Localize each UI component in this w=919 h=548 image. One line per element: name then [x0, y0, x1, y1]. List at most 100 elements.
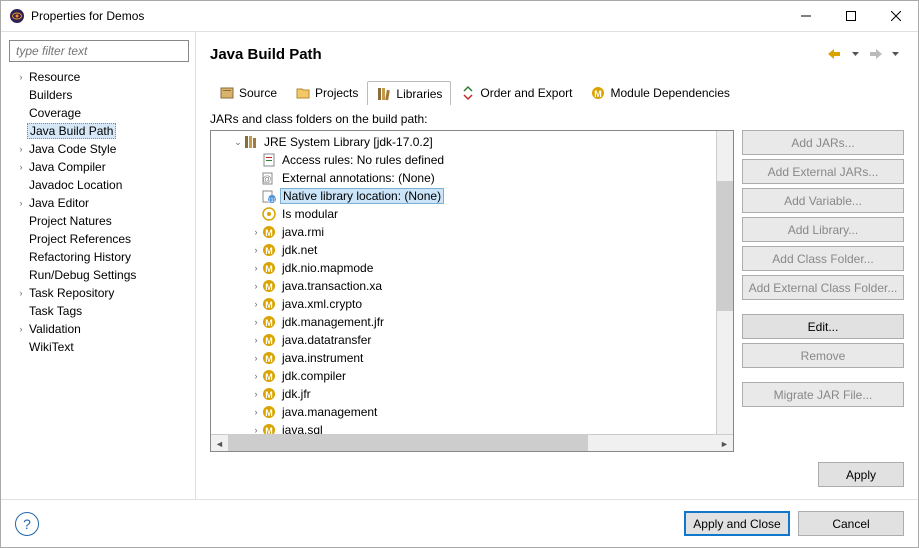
- filter-input[interactable]: [9, 40, 189, 62]
- forward-dropdown-icon[interactable]: [886, 45, 904, 63]
- close-button[interactable]: [873, 1, 918, 31]
- sidebar-item[interactable]: Project Natures: [7, 212, 191, 230]
- sidebar-item[interactable]: ›Resource: [7, 68, 191, 86]
- tab-projects[interactable]: Projects: [286, 80, 367, 104]
- help-icon[interactable]: ?: [15, 512, 39, 536]
- sidebar-item[interactable]: ›Java Compiler: [7, 158, 191, 176]
- chevron-right-icon[interactable]: ›: [247, 281, 261, 291]
- add-variable-button[interactable]: Add Variable...: [742, 188, 904, 213]
- sidebar-item-label: Resource: [27, 70, 82, 84]
- sidebar-item[interactable]: Task Tags: [7, 302, 191, 320]
- anno-icon: @: [261, 170, 277, 186]
- svg-text:M: M: [595, 89, 603, 99]
- tab-source[interactable]: Source: [210, 80, 286, 104]
- tree-row[interactable]: Is modular: [211, 205, 716, 223]
- tree-row[interactable]: ›Mjava.management: [211, 403, 716, 421]
- tree-row[interactable]: ›Mjava.datatransfer: [211, 331, 716, 349]
- minimize-button[interactable]: [783, 1, 828, 31]
- tree-row[interactable]: ›Mjava.instrument: [211, 349, 716, 367]
- chevron-right-icon[interactable]: ›: [247, 371, 261, 381]
- chevron-right-icon[interactable]: ›: [247, 335, 261, 345]
- remove-button[interactable]: Remove: [742, 343, 904, 368]
- sidebar-item-label: Coverage: [27, 106, 83, 120]
- chevron-right-icon[interactable]: ›: [247, 245, 261, 255]
- sidebar-item[interactable]: Coverage: [7, 104, 191, 122]
- sidebar-item-label: WikiText: [27, 340, 76, 354]
- tree-label: External annotations: (None): [280, 171, 437, 185]
- chevron-right-icon: ›: [15, 162, 27, 172]
- tab-module-dependencies[interactable]: MModule Dependencies: [581, 80, 738, 104]
- scroll-left-icon[interactable]: ◄: [211, 435, 228, 452]
- vertical-scrollbar[interactable]: [716, 131, 733, 434]
- sidebar-item[interactable]: ›Java Editor: [7, 194, 191, 212]
- apply-button[interactable]: Apply: [818, 462, 904, 487]
- sidebar-item-label: Run/Debug Settings: [27, 268, 138, 282]
- chevron-right-icon[interactable]: ›: [247, 227, 261, 237]
- back-dropdown-icon[interactable]: [846, 45, 864, 63]
- apply-and-close-button[interactable]: Apply and Close: [684, 511, 790, 536]
- maximize-button[interactable]: [828, 1, 873, 31]
- sidebar-item[interactable]: ›Task Repository: [7, 284, 191, 302]
- forward-arrow-icon[interactable]: [866, 45, 884, 63]
- sidebar-item[interactable]: Java Build Path: [7, 122, 191, 140]
- add-jars-button[interactable]: Add JARs...: [742, 130, 904, 155]
- chevron-right-icon[interactable]: ›: [247, 407, 261, 417]
- sidebar-item[interactable]: WikiText: [7, 338, 191, 356]
- tree-row[interactable]: ›Mjava.xml.crypto: [211, 295, 716, 313]
- svg-text:M: M: [265, 300, 273, 310]
- tree-row[interactable]: ›Mjdk.nio.mapmode: [211, 259, 716, 277]
- add-class-folder-button[interactable]: Add Class Folder...: [742, 246, 904, 271]
- chevron-right-icon[interactable]: ›: [247, 317, 261, 327]
- svg-text:M: M: [265, 282, 273, 292]
- chevron-right-icon[interactable]: ›: [247, 353, 261, 363]
- module-icon: M: [261, 368, 277, 384]
- module-icon: M: [261, 260, 277, 276]
- edit-button[interactable]: Edit...: [742, 314, 904, 339]
- tree-row[interactable]: ›Mjdk.management.jfr: [211, 313, 716, 331]
- tree-row[interactable]: ›Mjdk.compiler: [211, 367, 716, 385]
- sidebar-item[interactable]: Builders: [7, 86, 191, 104]
- tree-label: Access rules: No rules defined: [280, 153, 446, 167]
- tree-label: jdk.jfr: [280, 387, 313, 401]
- tab-libraries[interactable]: Libraries: [367, 81, 451, 105]
- tree-label: jdk.management.jfr: [280, 315, 386, 329]
- scroll-right-icon[interactable]: ►: [716, 435, 733, 452]
- order-icon: [460, 85, 476, 101]
- chevron-right-icon[interactable]: ›: [247, 263, 261, 273]
- tree-label: Is modular: [280, 207, 340, 221]
- tree-row[interactable]: ›Mjava.sql: [211, 421, 716, 434]
- migrate-jar-file-button[interactable]: Migrate JAR File...: [742, 382, 904, 407]
- chevron-right-icon[interactable]: ›: [247, 389, 261, 399]
- sidebar-item[interactable]: Run/Debug Settings: [7, 266, 191, 284]
- chevron-right-icon[interactable]: ›: [247, 425, 261, 434]
- tree-row[interactable]: 010Native library location: (None): [211, 187, 716, 205]
- modular-icon: [261, 206, 277, 222]
- svg-text:010: 010: [267, 198, 277, 204]
- chevron-down-icon[interactable]: ⌄: [229, 137, 243, 148]
- chevron-right-icon: ›: [15, 288, 27, 298]
- back-arrow-icon[interactable]: [826, 45, 844, 63]
- sidebar-item[interactable]: Project References: [7, 230, 191, 248]
- add-external-class-folder-button[interactable]: Add External Class Folder...: [742, 275, 904, 300]
- cancel-button[interactable]: Cancel: [798, 511, 904, 536]
- sidebar-item[interactable]: Javadoc Location: [7, 176, 191, 194]
- tree-row[interactable]: ›Mjdk.jfr: [211, 385, 716, 403]
- sidebar-item[interactable]: Refactoring History: [7, 248, 191, 266]
- add-external-jars-button[interactable]: Add External JARs...: [742, 159, 904, 184]
- window-title: Properties for Demos: [31, 9, 783, 23]
- tree-row[interactable]: @External annotations: (None): [211, 169, 716, 187]
- tab-order-and-export[interactable]: Order and Export: [451, 80, 581, 104]
- tree-row[interactable]: ›Mjdk.net: [211, 241, 716, 259]
- tree-row[interactable]: ›Mjava.rmi: [211, 223, 716, 241]
- library-tree[interactable]: ⌄JRE System Library [jdk-17.0.2] Access r…: [210, 130, 734, 452]
- horizontal-scrollbar[interactable]: ◄ ►: [211, 434, 733, 451]
- sidebar-item[interactable]: ›Java Code Style: [7, 140, 191, 158]
- tree-row[interactable]: Access rules: No rules defined: [211, 151, 716, 169]
- tree-row[interactable]: ⌄JRE System Library [jdk-17.0.2]: [211, 133, 716, 151]
- native-icon: 010: [261, 188, 277, 204]
- tree-label: java.datatransfer: [280, 333, 373, 347]
- chevron-right-icon[interactable]: ›: [247, 299, 261, 309]
- sidebar-item[interactable]: ›Validation: [7, 320, 191, 338]
- tree-row[interactable]: ›Mjava.transaction.xa: [211, 277, 716, 295]
- add-library-button[interactable]: Add Library...: [742, 217, 904, 242]
